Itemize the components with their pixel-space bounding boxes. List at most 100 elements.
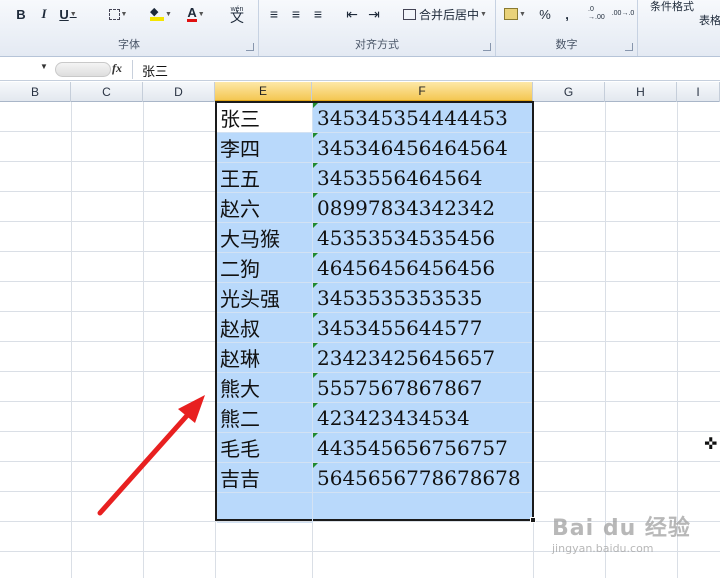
align-left-button[interactable]: ≡ — [265, 4, 283, 24]
font-group-label: 字体 — [118, 38, 140, 51]
font-color-icon: A — [187, 5, 197, 22]
empty-cell[interactable] — [217, 493, 313, 523]
wen-icon: 文 — [230, 10, 244, 26]
formula-bar-resize-handle[interactable] — [55, 62, 111, 77]
bold-button[interactable]: B — [12, 4, 30, 24]
cell-name[interactable]: 毛毛 — [217, 433, 313, 463]
cell-name[interactable]: 王五 — [217, 163, 313, 193]
cell-name[interactable]: 大马猴 — [217, 223, 313, 253]
underline-button[interactable]: U ▼ — [58, 4, 78, 24]
watermark-url: jingyan.baidu.com — [552, 542, 654, 555]
increase-decimal-button[interactable]: .0 →.00 — [588, 4, 610, 24]
cell-name[interactable]: 二狗 — [217, 253, 313, 283]
paint-bucket-icon: ◆ — [150, 7, 165, 21]
grid-column-line — [605, 102, 606, 578]
fill-handle[interactable] — [530, 517, 536, 523]
alignment-dialog-launcher[interactable] — [483, 43, 491, 51]
cell-number-text: 3453556464564 — [317, 165, 483, 190]
cell-number[interactable]: 5645656778678678 — [313, 463, 532, 493]
selected-range[interactable]: 张三 345345354444453 李四 345346456464564 王五 3453… — [215, 101, 534, 523]
cell-number[interactable]: 45353534535456 — [313, 223, 532, 253]
format-as-table-button[interactable]: 表格 — [696, 10, 720, 30]
chevron-down-icon: ▼ — [480, 10, 487, 18]
chevron-down-icon: ▼ — [69, 10, 77, 18]
cell-number-text: 08997834342342 — [317, 195, 496, 220]
cell-number[interactable]: 423423434534 — [313, 403, 532, 433]
cell-number[interactable]: 23423425645657 — [313, 343, 532, 373]
column-header-d[interactable]: D — [143, 82, 215, 102]
cell-name[interactable]: 熊大 — [217, 373, 313, 403]
font-dialog-launcher[interactable] — [246, 43, 254, 51]
cell-name[interactable]: 熊二 — [217, 403, 313, 433]
chevron-down-icon: ▼ — [120, 10, 128, 18]
cell-number[interactable]: 3453455644577 — [313, 313, 532, 343]
text-number-indicator-icon — [313, 463, 318, 468]
ribbon: B I U ▼ ▼ ◆ ▼ A ▼ wén 文 字体 ≡ ≡ ≡ ⇤ ⇥ 合并后… — [0, 0, 720, 57]
chevron-down-icon: ▼ — [519, 10, 526, 18]
font-color-button[interactable]: A ▼ — [182, 4, 210, 24]
column-header-f[interactable]: F — [312, 82, 533, 102]
formula-input[interactable]: 张三 — [142, 61, 168, 80]
grid-column-line — [71, 102, 72, 578]
align-center-button[interactable]: ≡ — [287, 4, 305, 24]
merge-center-button[interactable]: 合并后居中 ▼ — [397, 4, 493, 24]
cell-number[interactable]: 345345354444453 — [313, 103, 532, 133]
cell-cursor-icon: ✜ — [704, 436, 718, 453]
column-header-b[interactable]: B — [0, 82, 71, 102]
cell-name[interactable]: 李四 — [217, 133, 313, 163]
cell-number[interactable]: 5557567867867 — [313, 373, 532, 403]
number-dialog-launcher[interactable] — [625, 43, 633, 51]
text-number-indicator-icon — [313, 163, 318, 168]
column-header-i[interactable]: I — [677, 82, 720, 102]
cell-name[interactable]: 光头强 — [217, 283, 313, 313]
alignment-group: ≡ ≡ ≡ ⇤ ⇥ 合并后居中 ▼ 对齐方式 — [259, 0, 496, 56]
cell-number[interactable]: 443545656756757 — [313, 433, 532, 463]
text-number-indicator-icon — [313, 133, 318, 138]
border-icon — [108, 8, 120, 20]
percent-button[interactable]: % — [536, 4, 554, 24]
increase-indent-button[interactable]: ⇥ — [365, 4, 383, 24]
grid-column-line — [677, 102, 678, 578]
decrease-indent-button[interactable]: ⇤ — [343, 4, 361, 24]
italic-button[interactable]: I — [36, 4, 52, 24]
cell-name[interactable]: 赵叔 — [217, 313, 313, 343]
alignment-group-label: 对齐方式 — [355, 38, 399, 51]
chevron-down-icon[interactable]: ▼ — [40, 62, 48, 71]
cell-number-text: 5557567867867 — [317, 375, 483, 400]
formula-bar: ▼ fx 张三 — [0, 58, 720, 81]
align-right-button[interactable]: ≡ — [309, 4, 327, 24]
cell-name[interactable]: 吉吉 — [217, 463, 313, 493]
comma-style-button[interactable]: , — [560, 4, 574, 24]
cell-number-text: 45353534535456 — [317, 225, 496, 250]
number-group-label: 数字 — [555, 38, 578, 51]
cell-number[interactable]: 3453535353535 — [313, 283, 532, 313]
text-number-indicator-icon — [313, 283, 318, 288]
text-number-indicator-icon — [313, 433, 318, 438]
text-number-indicator-icon — [313, 253, 318, 258]
cell-number-text: 345345354444453 — [317, 105, 508, 130]
cell-name[interactable]: 赵六 — [217, 193, 313, 223]
cell-number[interactable]: 46456456456456 — [313, 253, 532, 283]
phonetic-button[interactable]: wén 文 — [222, 4, 252, 26]
column-header-h[interactable]: H — [605, 82, 677, 102]
column-header-e[interactable]: E — [215, 82, 312, 102]
cell-number[interactable]: 345346456464564 — [313, 133, 532, 163]
active-cell-name[interactable]: 张三 — [217, 103, 313, 133]
border-button[interactable]: ▼ — [104, 4, 132, 24]
accounting-format-button[interactable]: ▼ — [502, 4, 528, 24]
baidu-watermark: Bai du 经验 jingyan.baidu.com — [552, 510, 691, 555]
grid-column-line — [143, 102, 144, 578]
cell-number-text: 5645656778678678 — [317, 465, 521, 490]
fill-color-button[interactable]: ◆ ▼ — [146, 4, 176, 24]
decrease-decimal-button[interactable]: .00→.0 — [612, 4, 635, 24]
cell-number-text: 3453455644577 — [317, 315, 483, 340]
cell-name[interactable]: 赵琳 — [217, 343, 313, 373]
cell-number[interactable]: 3453556464564 — [313, 163, 532, 193]
column-header-g[interactable]: G — [533, 82, 605, 102]
conditional-format-button[interactable]: 条件格式 — [644, 0, 700, 16]
insert-function-button[interactable]: fx — [112, 61, 122, 76]
column-header-c[interactable]: C — [71, 82, 143, 102]
cell-number[interactable]: 08997834342342 — [313, 193, 532, 223]
cell-number-text: 345346456464564 — [317, 135, 508, 160]
watermark-brand: Bai du 经验 — [552, 516, 691, 541]
